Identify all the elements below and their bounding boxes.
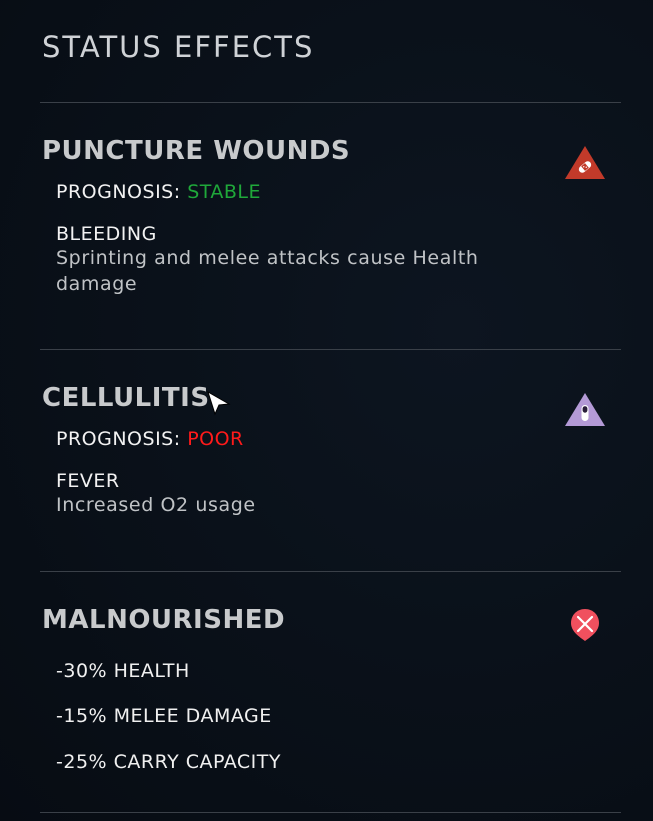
effect-name: MALNOURISHED	[42, 605, 286, 635]
status-effect-cellulitis[interactable]: CELLULITIS PROGNOSIS: POOR FEVER Increas…	[42, 383, 622, 553]
penalty-item: -30% HEALTH	[56, 660, 190, 682]
prognosis-label: PROGNOSIS:	[56, 428, 181, 451]
effect-name: PUNCTURE WOUNDS	[42, 136, 351, 166]
divider	[40, 349, 621, 350]
prognosis-row: PROGNOSIS: STABLE	[56, 181, 622, 203]
penalty-item: -25% CARRY CAPACITY	[56, 751, 281, 773]
symptom-block: FEVER Increased O2 usage	[56, 470, 622, 518]
status-effect-puncture-wounds[interactable]: PUNCTURE WOUNDS PROGNOSIS: STABLE BLEEDI…	[42, 136, 622, 326]
prognosis-value: POOR	[187, 428, 244, 451]
symptom-title: BLEEDING	[56, 223, 157, 246]
symptom-description: Sprinting and melee attacks cause Health…	[56, 246, 479, 295]
penalty-item: -15% MELEE DAMAGE	[56, 705, 272, 727]
prognosis-label: PROGNOSIS:	[56, 181, 181, 204]
symptom-block: BLEEDING Sprinting and melee attacks cau…	[56, 223, 622, 297]
divider	[40, 812, 621, 813]
bandage-warning-icon	[565, 146, 605, 179]
symptom-description: Increased O2 usage	[56, 493, 256, 516]
pill-warning-icon	[565, 393, 605, 426]
effect-name: CELLULITIS	[42, 383, 210, 413]
divider	[40, 571, 621, 572]
prognosis-value: STABLE	[187, 181, 262, 204]
page-title: STATUS EFFECTS	[42, 30, 315, 64]
prognosis-row: PROGNOSIS: POOR	[56, 428, 622, 450]
symptom-title: FEVER	[56, 470, 120, 493]
mouse-cursor-icon	[207, 390, 231, 416]
status-effect-malnourished[interactable]: MALNOURISHED -30% HEALTH -15% MELEE DAMA…	[42, 605, 622, 795]
fork-knife-icon	[571, 609, 599, 641]
divider	[40, 102, 621, 103]
